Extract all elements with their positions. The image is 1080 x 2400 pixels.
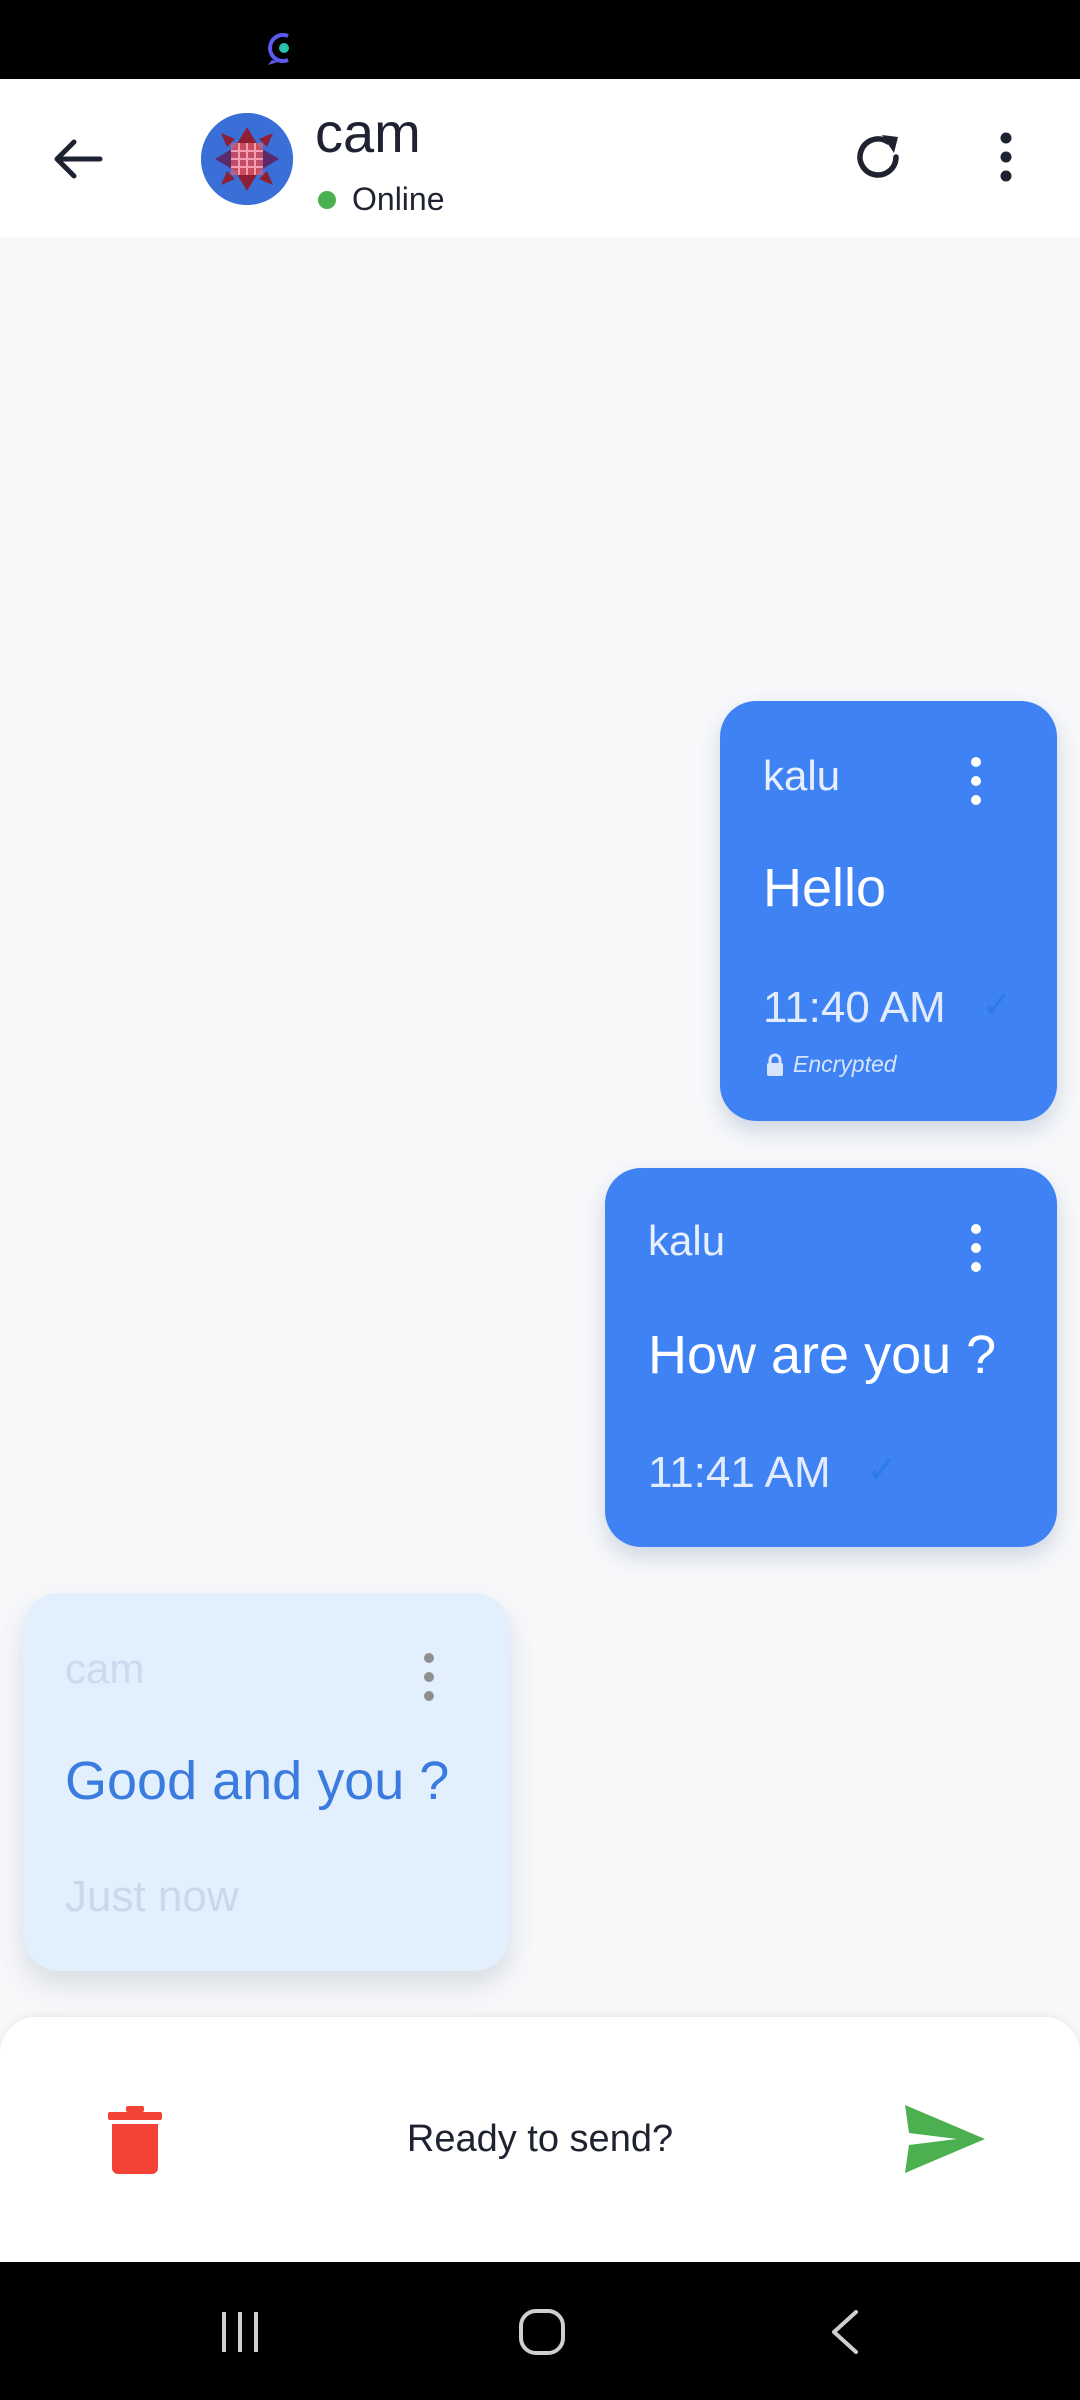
home-button[interactable] <box>502 2302 582 2362</box>
delivered-check-icon: ✓ <box>982 984 1013 1025</box>
refresh-icon <box>857 135 899 178</box>
arrow-left-icon <box>54 139 103 179</box>
presence-label: Online <box>352 181 445 217</box>
message-bubble-outgoing[interactable]: kalu Hello 11:40 AM ✓ Encrypted <box>720 701 1057 1121</box>
recents-button[interactable] <box>200 2302 280 2362</box>
nav-back-button[interactable] <box>804 2302 884 2362</box>
delivered-check-icon: ✓ <box>867 1449 898 1490</box>
status-bar <box>0 0 1080 79</box>
recents-icon <box>222 2312 258 2352</box>
send-confirmation-bar: Ready to send? <box>0 2017 1080 2262</box>
chat-app-logo-icon <box>264 30 300 66</box>
lock-icon <box>767 1053 783 1076</box>
online-dot-icon <box>318 190 336 209</box>
refresh-button[interactable] <box>846 125 910 189</box>
message-bubble-incoming[interactable]: cam Good and you ? Just now <box>23 1593 510 1971</box>
contact-avatar[interactable] <box>201 113 293 205</box>
send-button[interactable] <box>900 2103 990 2175</box>
message-text: Hello <box>763 858 887 918</box>
contact-name: cam <box>315 101 421 164</box>
chat-header: cam Online <box>0 79 1080 237</box>
message-sender: kalu <box>648 1217 726 1264</box>
more-vertical-icon <box>1000 132 1012 182</box>
presence-status: Online <box>318 181 445 218</box>
back-button[interactable] <box>40 123 116 195</box>
message-options-button[interactable] <box>417 1647 441 1707</box>
message-sender: cam <box>65 1645 145 1692</box>
overflow-menu-button[interactable] <box>986 125 1026 189</box>
message-time: Just now <box>65 1872 239 1921</box>
system-navigation-bar <box>0 2262 1080 2400</box>
message-bubble-outgoing[interactable]: kalu How are you ? 11:41 AM ✓ <box>605 1168 1057 1547</box>
encrypted-label: Encrypted <box>765 1051 897 1078</box>
nav-back-icon <box>832 2310 858 2354</box>
home-icon <box>519 2309 565 2355</box>
encrypted-text: Encrypted <box>793 1051 897 1077</box>
message-text: Good and you ? <box>65 1751 450 1811</box>
message-sender: kalu <box>763 752 841 799</box>
message-text: How are you ? <box>648 1325 997 1385</box>
message-options-button[interactable] <box>964 1218 988 1278</box>
message-options-button[interactable] <box>964 751 988 811</box>
message-time: 11:41 AM <box>648 1448 831 1497</box>
send-icon <box>905 2105 985 2173</box>
message-time: 11:40 AM <box>763 983 946 1032</box>
